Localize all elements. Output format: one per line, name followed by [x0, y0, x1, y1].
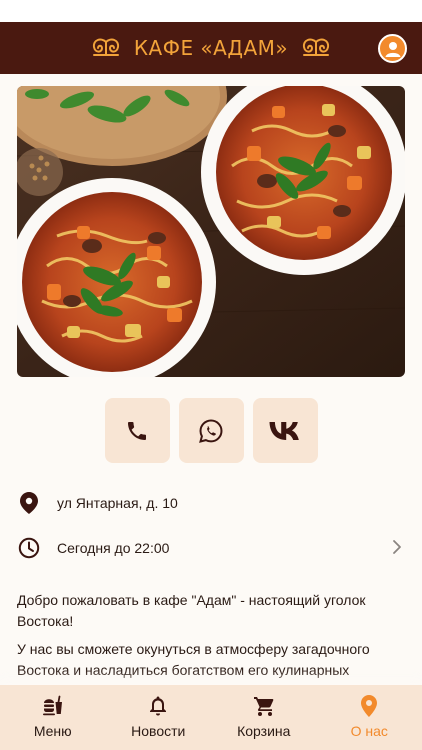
address-row[interactable]: ул Янтарная, д. 10	[0, 492, 422, 514]
ornament-icon	[303, 38, 330, 56]
user-circle-icon	[385, 41, 400, 57]
contact-actions	[0, 398, 422, 463]
hero-photo	[17, 86, 405, 377]
description-paragraph: Добро пожаловать в кафе "Адам" - настоящ…	[17, 592, 366, 629]
vk-icon	[269, 421, 299, 440]
menu-burger-icon	[41, 694, 65, 718]
app-title: КАФЕ «АДАМ»	[133, 36, 289, 60]
tab-cart[interactable]: Корзина	[211, 685, 317, 750]
tab-label: Меню	[33, 723, 72, 739]
hours-text: Сегодня до 22:00	[57, 540, 170, 556]
app-header: КАФЕ «АДАМ»	[0, 22, 422, 74]
whatsapp-button[interactable]	[178, 398, 244, 463]
cart-icon	[253, 694, 275, 718]
tab-news[interactable]: Новости	[106, 685, 212, 750]
location-pin-icon	[361, 694, 378, 718]
tab-about[interactable]: О нас	[317, 685, 422, 750]
bell-icon	[148, 694, 168, 718]
location-pin-icon	[18, 492, 40, 514]
tab-label: О нас	[350, 723, 388, 739]
tab-label: Новости	[131, 723, 186, 739]
clock-icon	[18, 537, 40, 559]
whatsapp-icon	[199, 418, 223, 443]
profile-button[interactable]	[378, 34, 407, 63]
tab-menu[interactable]: Меню	[0, 685, 106, 750]
bottom-tab-bar: Меню Новости Корзина О нас	[0, 685, 422, 750]
food-image	[17, 86, 405, 377]
address-text: ул Янтарная, д. 10	[57, 495, 178, 511]
hours-row[interactable]: Сегодня до 22:00	[0, 537, 422, 559]
vk-button[interactable]	[252, 398, 318, 463]
ornament-icon	[92, 38, 119, 56]
phone-button[interactable]	[104, 398, 170, 463]
status-bar	[0, 0, 422, 22]
brand: КАФЕ «АДАМ»	[90, 36, 332, 60]
chevron-right-icon	[392, 539, 402, 560]
tab-label: Корзина	[237, 723, 291, 739]
phone-icon	[128, 421, 146, 440]
